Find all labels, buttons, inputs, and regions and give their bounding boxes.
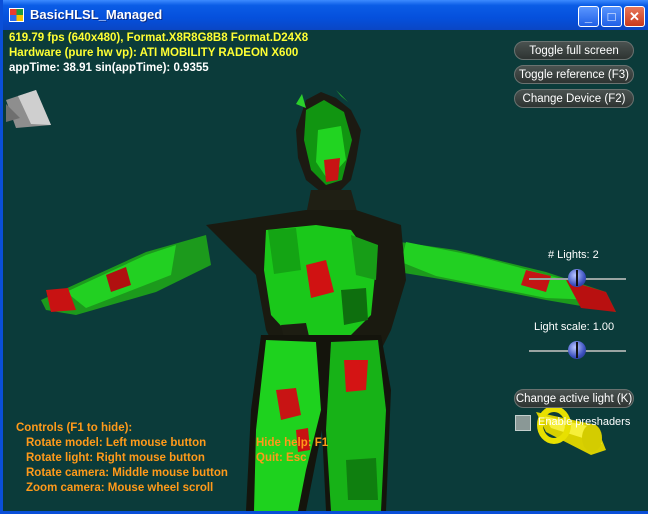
help-rotate-camera: Rotate camera: Middle mouse button (26, 467, 228, 479)
lights-count-label: # Lights: 2 (548, 249, 599, 261)
minimize-button[interactable]: _ (578, 6, 599, 27)
toggle-full-screen-button[interactable]: Toggle full screen (514, 41, 634, 60)
light-scale-slider-thumb[interactable] (568, 341, 586, 359)
change-active-light-button[interactable]: Change active light (K) (514, 389, 634, 408)
maximize-button[interactable]: □ (601, 6, 622, 27)
device-stats: Hardware (pure hw vp): ATI MOBILITY RADE… (9, 47, 299, 59)
fps-stats: 619.79 fps (640x480), Format.X8R8G8B8 Fo… (9, 32, 309, 44)
help-rotate-model: Rotate model: Left mouse button (26, 437, 207, 449)
minimize-icon: _ (584, 9, 593, 24)
help-quit: Quit: Esc (256, 452, 307, 464)
app-time-stats: appTime: 38.91 sin(appTime): 0.9355 (9, 62, 209, 74)
enable-preshaders-label[interactable]: Enable preshaders (538, 416, 630, 428)
help-keys: Hide help: F1 Quit: Esc (256, 436, 328, 466)
help-controls: Controls (F1 to hide): Rotate model: Lef… (16, 421, 228, 496)
app-icon[interactable] (9, 8, 24, 22)
window-title: BasicHLSL_Managed (30, 7, 163, 22)
title-bar[interactable]: BasicHLSL_Managed _ □ ✕ (3, 0, 648, 30)
render-viewport[interactable]: 619.79 fps (640x480), Format.X8R8G8B8 Fo… (6, 30, 648, 511)
enable-preshaders-checkbox[interactable] (515, 415, 531, 431)
light-direction-arrow-1 (6, 90, 51, 128)
app-window: BasicHLSL_Managed _ □ ✕ 619.79 fps (640x… (0, 0, 648, 514)
help-header: Controls (F1 to hide): (16, 422, 133, 434)
stats-overlay: 619.79 fps (640x480), Format.X8R8G8B8 Fo… (9, 31, 308, 76)
close-icon: ✕ (629, 8, 640, 24)
light-scale-label: Light scale: 1.00 (534, 321, 615, 333)
help-rotate-light: Rotate light: Right mouse button (26, 452, 205, 464)
maximize-icon: □ (607, 9, 616, 24)
toggle-reference-button[interactable]: Toggle reference (F3) (514, 65, 634, 84)
close-button[interactable]: ✕ (624, 6, 645, 27)
help-zoom-camera: Zoom camera: Mouse wheel scroll (26, 482, 214, 494)
help-hide-help: Hide help: F1 (256, 437, 329, 449)
change-device-button[interactable]: Change Device (F2) (514, 89, 634, 108)
lights-slider-thumb[interactable] (568, 269, 586, 287)
